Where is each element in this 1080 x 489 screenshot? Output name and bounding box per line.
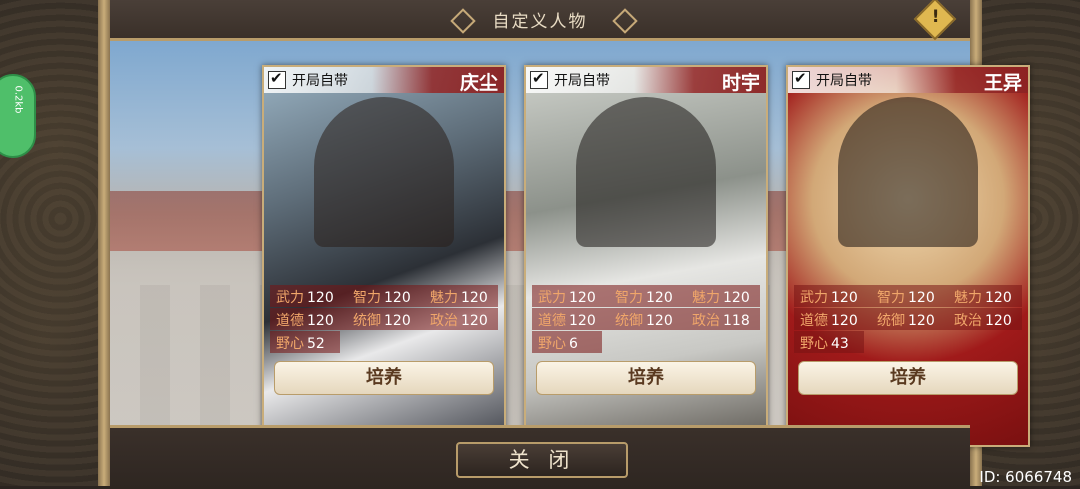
player-id: ID: 6066748: [979, 468, 1072, 486]
card-header: 开局自带 王异: [788, 67, 1028, 94]
train-button[interactable]: 培养: [536, 361, 756, 395]
footer-bar: 关 闭: [110, 425, 970, 489]
start-with-label: 开局自带: [816, 73, 872, 89]
stats-panel: 武力 120 智力 120 魅力 120 道德 120 统御 120 政治 118 野心 6: [532, 285, 760, 353]
page-title: 自定义人物: [492, 12, 588, 32]
start-with-checkbox[interactable]: [530, 69, 548, 89]
start-with-label: 开局自带: [554, 73, 610, 89]
character-name: 王异: [983, 72, 1022, 94]
left-frame: [98, 0, 110, 486]
start-with-checkbox[interactable]: [792, 69, 810, 89]
character-card-shiyu[interactable]: 开局自带 时宇 武力120 智力120 魅力120 道德120 统御120 政治…: [524, 65, 768, 447]
floating-tab[interactable]: 0.2kb: [0, 74, 36, 158]
start-with-label: 开局自带: [292, 73, 348, 89]
card-header: 开局自带 庆尘: [264, 67, 504, 94]
character-name: 庆尘: [459, 72, 498, 94]
title-bar: 自定义人物 !: [110, 0, 970, 41]
train-button[interactable]: 培养: [274, 361, 494, 395]
character-card-wangyi[interactable]: 开局自带 王异 武力120 智力120 魅力120 道德120 统御120 政治…: [786, 65, 1030, 447]
train-button[interactable]: 培养: [798, 361, 1018, 395]
close-button[interactable]: 关 闭: [456, 442, 628, 478]
stats-panel: 武力 120 智力 120 魅力 120 道德 120 统御 120 政治 120 野心 43: [794, 285, 1022, 353]
floating-tab-label: 0.2kb: [12, 85, 24, 114]
left-dragon-panel: 0.2kb: [0, 0, 110, 486]
start-with-checkbox[interactable]: [268, 69, 286, 89]
character-card-qingchen[interactable]: 开局自带 庆尘 武力120 智力120 魅力120 道德120 统御120 政治…: [262, 65, 506, 447]
character-stage: 开局自带 庆尘 武力120 智力120 魅力120 道德120 统御120 政治…: [110, 41, 1030, 447]
character-name: 时宇: [721, 72, 760, 94]
stats-panel: 武力 120 智力 120 魅力 120 道德 120 统御 120 政治 120 野心 52: [270, 285, 498, 353]
card-header: 开局自带 时宇: [526, 67, 766, 94]
